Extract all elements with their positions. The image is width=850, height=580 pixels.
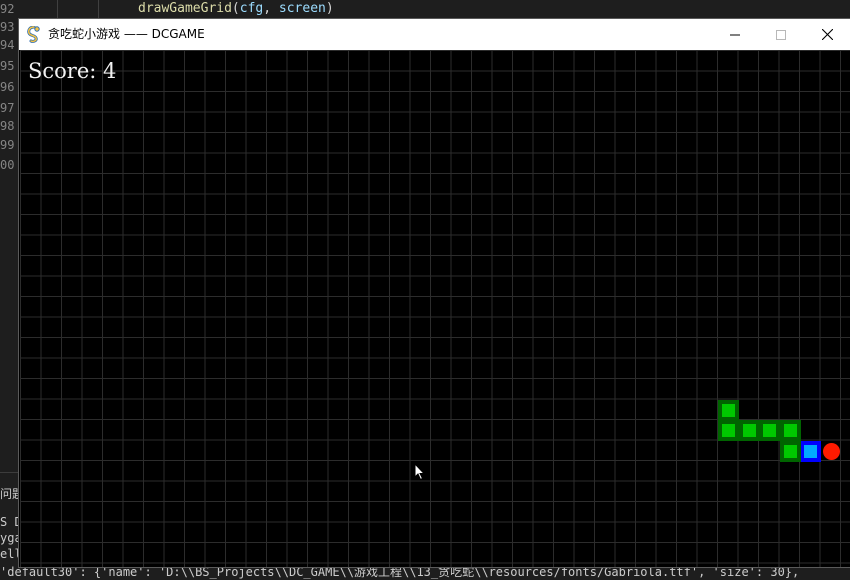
code-function-name: drawGameGrid (138, 1, 232, 16)
snake-body-segment (779, 420, 801, 441)
game-window[interactable]: 贪吃蛇小游戏 —— DCGAME Score: 4 (19, 19, 850, 567)
snake-body-segment (759, 420, 780, 441)
food-apple (822, 442, 840, 460)
line-number: 00 (0, 158, 15, 172)
line-number: 97 (0, 101, 15, 115)
code-arg: cfg (239, 1, 264, 16)
line-number: 92 (0, 2, 15, 16)
minimize-button[interactable] (712, 19, 758, 50)
code-paren: ( (231, 1, 240, 16)
line-number: 93 (0, 20, 15, 34)
terminal-line: S D (0, 515, 20, 529)
snake-body-segment (738, 420, 760, 441)
snake-head (800, 440, 821, 462)
snake-body-segment (779, 440, 801, 462)
maximize-icon (776, 29, 786, 40)
maximize-button[interactable] (758, 19, 804, 50)
terminal-line: ell (0, 547, 20, 561)
line-number: 96 (0, 80, 15, 94)
score-label: Score: 4 (28, 59, 117, 83)
line-number: 95 (0, 59, 15, 73)
line-number: 99 (0, 138, 15, 152)
window-title: 贪吃蛇小游戏 —— DCGAME (48, 27, 205, 41)
window-titlebar[interactable]: 贪吃蛇小游戏 —— DCGAME (19, 19, 850, 50)
close-icon (821, 29, 833, 40)
code-arg: screen (278, 1, 326, 16)
mouse-cursor-icon (414, 462, 426, 485)
panel-tab-problems[interactable]: 问题 (0, 486, 20, 502)
line-number: 94 (0, 38, 15, 52)
code-paren: ) (325, 1, 334, 16)
close-button[interactable] (804, 19, 850, 50)
terminal-line: yga (0, 531, 20, 545)
pygame-snake-icon (26, 25, 43, 43)
game-board[interactable]: Score: 4 (20, 50, 850, 567)
minimize-icon (730, 34, 740, 35)
snake-body-segment (718, 399, 739, 421)
snake-body-segment (718, 420, 739, 441)
line-number-gutter: 92 93 94 95 96 97 98 99 00 (0, 0, 20, 470)
line-number: 98 (0, 119, 15, 133)
code-separator: , (263, 1, 279, 16)
code-line[interactable]: drawGameGrid(cfg, screen) (138, 0, 334, 17)
